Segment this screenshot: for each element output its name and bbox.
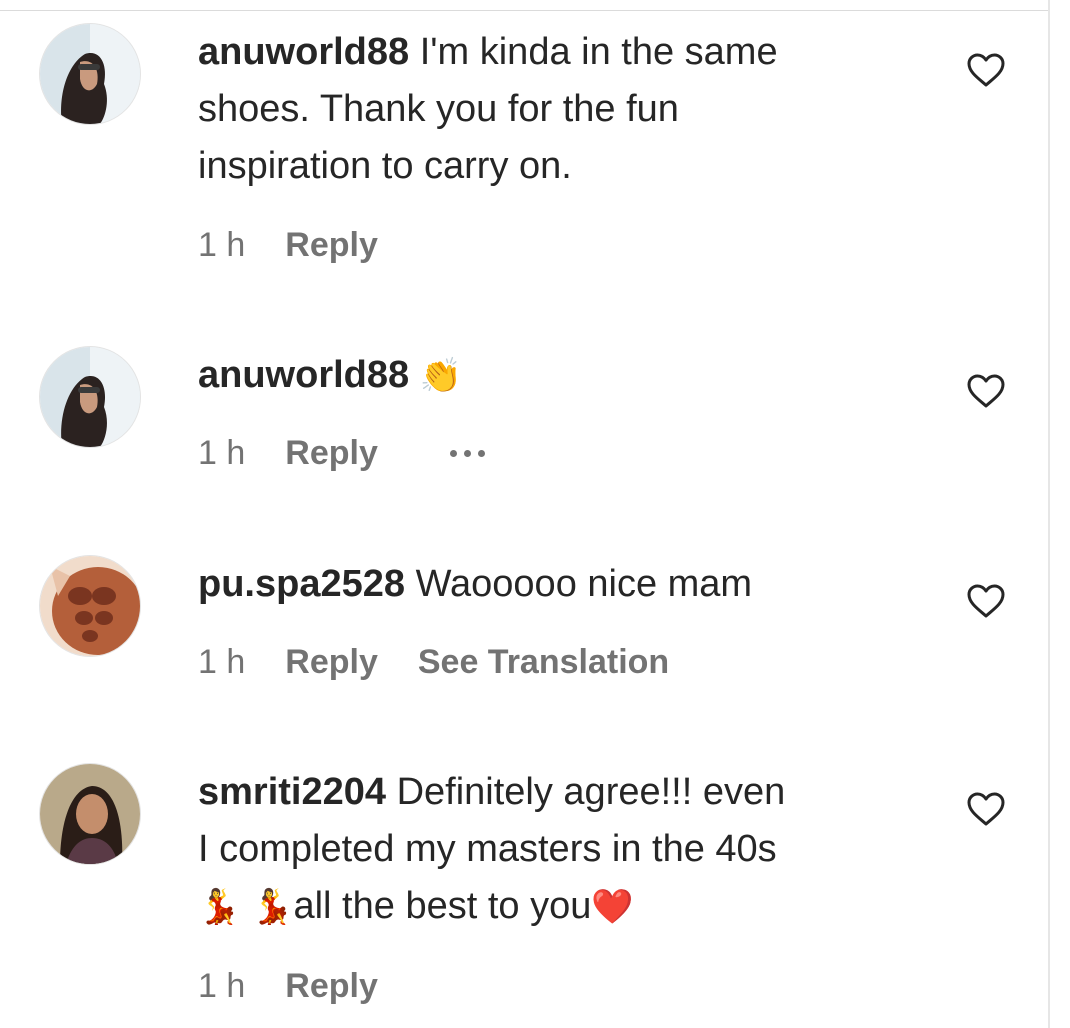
dancer-emoji: 💃 💃: [198, 887, 294, 927]
heart-outline-icon[interactable]: [966, 583, 1006, 619]
comment-line: shoes. Thank you for the fun: [198, 88, 679, 130]
comment-text: anuworld88 👏: [198, 347, 938, 405]
username-link[interactable]: pu.spa2528: [198, 563, 405, 605]
timestamp: 1 h: [198, 642, 246, 681]
reply-button[interactable]: Reply: [285, 434, 378, 473]
avatar[interactable]: [40, 24, 140, 124]
red-heart-emoji: ❤️: [591, 887, 634, 927]
more-options-icon[interactable]: [449, 449, 485, 457]
comment-text: smriti2204 Definitely agree!!! even I co…: [198, 764, 938, 936]
see-translation-button[interactable]: See Translation: [418, 643, 669, 682]
comment-line: I completed my masters in the 40s: [198, 828, 777, 870]
clapping-hands-emoji: 👏: [419, 356, 463, 396]
username-link[interactable]: anuworld88: [198, 31, 409, 73]
comment-line: I'm kinda in the same: [419, 31, 778, 73]
username-link[interactable]: anuworld88: [198, 354, 409, 396]
comment-line: inspiration to carry on.: [198, 145, 572, 187]
top-divider: [0, 10, 1048, 11]
comment-line: Definitely agree!!! even: [396, 771, 786, 813]
timestamp: 1 h: [198, 966, 246, 1005]
heart-outline-icon[interactable]: [966, 373, 1006, 409]
avatar[interactable]: [40, 764, 140, 864]
avatar[interactable]: [40, 556, 140, 656]
avatar[interactable]: [40, 347, 140, 447]
avatar-image: [40, 556, 140, 656]
avatar-image: [40, 347, 140, 447]
heart-outline-icon[interactable]: [966, 52, 1006, 88]
comment-text: pu.spa2528 Waooooo nice mam: [198, 556, 938, 613]
scrollbar-track[interactable]: [1048, 0, 1050, 1028]
timestamp: 1 h: [198, 433, 246, 472]
comment-text: anuworld88 I'm kinda in the same shoes. …: [198, 24, 938, 195]
timestamp: 1 h: [198, 225, 246, 264]
avatar-image: [40, 24, 140, 124]
comment-line: Waooooo nice mam: [415, 563, 753, 605]
reply-button[interactable]: Reply: [285, 226, 378, 265]
avatar-image: [40, 764, 140, 864]
heart-outline-icon[interactable]: [966, 791, 1006, 827]
comment-line: all the best to you: [293, 885, 592, 927]
reply-button[interactable]: Reply: [285, 967, 378, 1006]
reply-button[interactable]: Reply: [285, 643, 378, 682]
username-link[interactable]: smriti2204: [198, 771, 386, 813]
